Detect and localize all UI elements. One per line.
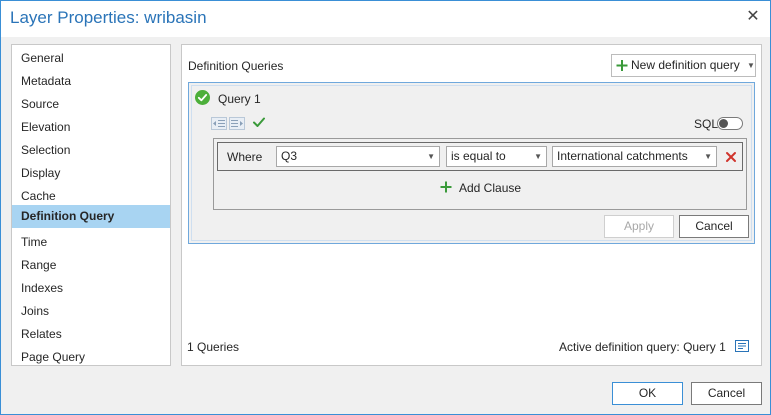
chevron-down-icon: ▼ (427, 152, 435, 161)
toggle-knob (719, 119, 728, 128)
value-dropdown-value: International catchments (557, 149, 688, 163)
query-card: Query 1 SQL Where Q3 ▼ is equal to ▼ Int… (188, 82, 755, 244)
sidebar-item-selection[interactable]: Selection (12, 139, 170, 162)
cancel-button[interactable]: Cancel (691, 382, 762, 405)
outdent-icon[interactable] (229, 117, 245, 130)
indent-icon[interactable] (211, 117, 227, 130)
sidebar-item-general[interactable]: General (12, 47, 170, 70)
apply-button[interactable]: Apply (604, 215, 674, 238)
field-dropdown[interactable]: Q3 ▼ (276, 146, 440, 167)
chevron-down-icon: ▼ (704, 152, 712, 161)
sidebar-item-display[interactable]: Display (12, 162, 170, 185)
plus-icon (440, 181, 452, 193)
query-name: Query 1 (218, 92, 261, 106)
sidebar-item-source[interactable]: Source (12, 93, 170, 116)
cancel-query-button[interactable]: Cancel (679, 215, 749, 238)
sql-toggle[interactable] (717, 117, 743, 130)
sidebar-item-joins[interactable]: Joins (12, 300, 170, 323)
sidebar-item-indexes[interactable]: Indexes (12, 277, 170, 300)
chevron-down-icon: ▼ (747, 61, 755, 70)
section-title: Definition Queries (188, 59, 284, 73)
plus-icon (616, 60, 628, 71)
checkmark-icon[interactable] (252, 115, 266, 129)
sql-label: SQL (694, 117, 719, 131)
active-query-label: Active definition query: Query 1 (559, 340, 726, 354)
sidebar-item-time[interactable]: Time (12, 231, 170, 254)
clause-row: Where Q3 ▼ is equal to ▼ International c… (217, 142, 743, 171)
chevron-down-icon: ▼ (534, 152, 542, 161)
operator-dropdown-value: is equal to (451, 149, 506, 163)
sidebar-item-metadata[interactable]: Metadata (12, 70, 170, 93)
value-dropdown[interactable]: International catchments ▼ (552, 146, 717, 167)
active-query-icon[interactable] (734, 338, 750, 354)
close-icon[interactable]: ✕ (745, 8, 761, 26)
add-clause-label: Add Clause (459, 181, 522, 195)
check-circle-icon (195, 90, 210, 105)
sidebar-item-range[interactable]: Range (12, 254, 170, 277)
sidebar-item-page-query[interactable]: Page Query (12, 346, 170, 369)
sidebar-item-relates[interactable]: Relates (12, 323, 170, 346)
ok-button[interactable]: OK (612, 382, 683, 405)
sidebar-item-elevation[interactable]: Elevation (12, 116, 170, 139)
new-definition-query-button[interactable]: New definition query ▼ (611, 54, 756, 77)
field-dropdown-value: Q3 (281, 149, 298, 163)
where-label: Where (227, 150, 263, 164)
layer-properties-dialog: Layer Properties: wribasin ✕ General Met… (0, 0, 771, 415)
operator-dropdown[interactable]: is equal to ▼ (446, 146, 547, 167)
new-definition-query-label: New definition query (631, 58, 740, 72)
sidebar-item-definition-query[interactable]: Definition Query (12, 205, 170, 228)
properties-sidebar: General Metadata Source Elevation Select… (11, 44, 171, 366)
remove-clause-icon[interactable] (724, 150, 738, 164)
query-count: 1 Queries (187, 340, 240, 354)
definition-query-panel: Definition Queries New definition query … (181, 44, 762, 366)
title-bar: Layer Properties: wribasin ✕ (1, 1, 770, 37)
dialog-title: Layer Properties: wribasin (10, 8, 207, 27)
clause-group: Where Q3 ▼ is equal to ▼ International c… (213, 138, 747, 210)
